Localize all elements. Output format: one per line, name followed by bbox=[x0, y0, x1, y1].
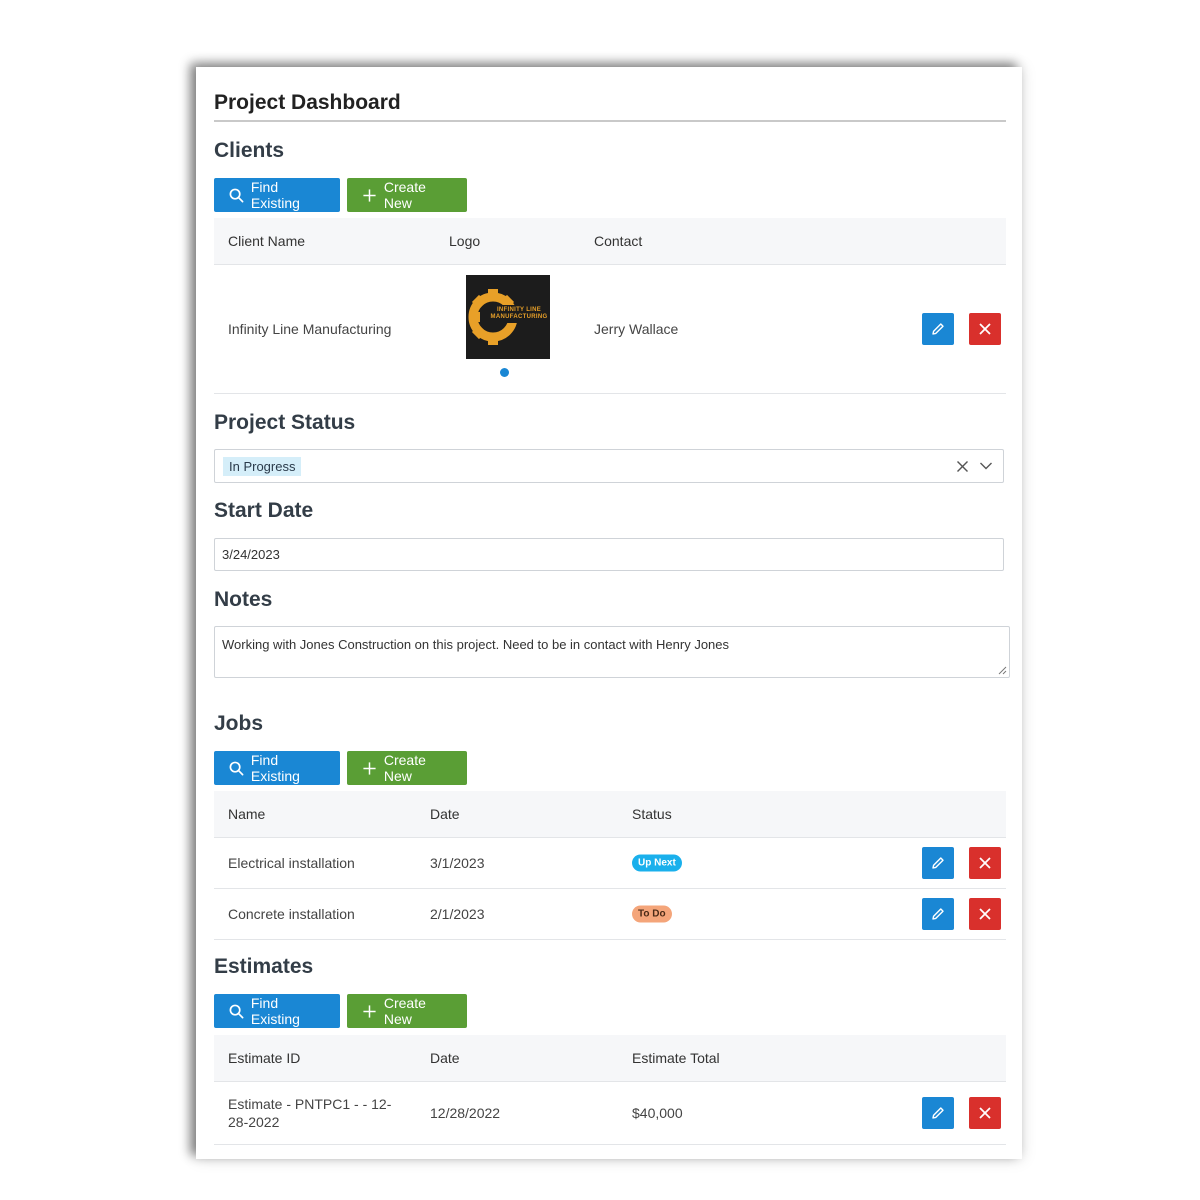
plus-icon bbox=[361, 1002, 378, 1020]
start-date-input[interactable]: 3/24/2023 bbox=[214, 538, 1004, 571]
notes-value: Working with Jones Construction on this … bbox=[222, 637, 730, 652]
estimates-create-new-button[interactable]: Create New bbox=[347, 994, 467, 1028]
create-new-label: Create New bbox=[383, 752, 426, 784]
column-header-estimate-id: Estimate ID bbox=[228, 1050, 301, 1066]
find-existing-label: Find Existing bbox=[250, 179, 300, 211]
close-icon bbox=[979, 1107, 991, 1119]
edit-button[interactable] bbox=[922, 898, 954, 930]
jobs-title: Jobs bbox=[214, 712, 264, 735]
close-icon bbox=[979, 857, 991, 869]
job-name: Concrete installation bbox=[228, 906, 355, 922]
job-date: 3/1/2023 bbox=[430, 855, 485, 871]
pencil-icon bbox=[932, 857, 944, 869]
clients-find-existing-button[interactable]: Find Existing bbox=[214, 178, 340, 212]
edit-button[interactable] bbox=[922, 847, 954, 879]
delete-button[interactable] bbox=[969, 847, 1001, 879]
jobs-find-existing-button[interactable]: Find Existing bbox=[214, 751, 340, 785]
table-row[interactable]: Infinity Line Manufacturing INFINITY LIN… bbox=[214, 265, 1006, 394]
search-icon bbox=[228, 186, 245, 204]
plus-icon bbox=[361, 186, 378, 204]
status-badge: Up Next bbox=[632, 854, 682, 872]
estimates-table-header: Estimate ID Date Estimate Total bbox=[214, 1035, 1006, 1082]
edit-button[interactable] bbox=[922, 313, 954, 345]
dashboard-card: Project Dashboard Clients Find Existing … bbox=[196, 67, 1022, 1159]
find-existing-label: Find Existing bbox=[250, 995, 300, 1027]
search-icon bbox=[228, 1002, 245, 1020]
page-title: Project Dashboard bbox=[214, 91, 401, 114]
estimate-id: Estimate - PNTPC1 - - 12- 28-2022 bbox=[228, 1096, 392, 1130]
close-icon bbox=[979, 908, 991, 920]
table-row[interactable]: Electrical installation 3/1/2023 Up Next bbox=[214, 838, 1006, 889]
table-row[interactable]: Concrete installation 2/1/2023 To Do bbox=[214, 889, 1006, 940]
selected-status-tag[interactable]: In Progress bbox=[223, 457, 302, 476]
jobs-create-new-button[interactable]: Create New bbox=[347, 751, 467, 785]
delete-button[interactable] bbox=[969, 1097, 1001, 1129]
logo-text: INFINITY LINE MANUFACTURING bbox=[490, 307, 548, 320]
column-header-contact: Contact bbox=[594, 233, 643, 249]
clients-table-header: Client Name Logo Contact bbox=[214, 218, 1006, 265]
column-header-date: Date bbox=[430, 1050, 460, 1066]
client-logo: INFINITY LINE MANUFACTURING bbox=[466, 275, 550, 359]
column-header-status: Status bbox=[632, 806, 672, 822]
project-status-title: Project Status bbox=[214, 411, 356, 434]
chevron-down-icon[interactable] bbox=[979, 461, 993, 471]
pencil-icon bbox=[932, 1107, 944, 1119]
clients-create-new-button[interactable]: Create New bbox=[347, 178, 467, 212]
notes-title: Notes bbox=[214, 588, 273, 611]
column-header-date: Date bbox=[430, 806, 460, 822]
create-new-label: Create New bbox=[383, 179, 426, 211]
carousel-dot[interactable] bbox=[500, 368, 509, 377]
client-contact: Jerry Wallace bbox=[594, 321, 679, 337]
start-date-value: 3/24/2023 bbox=[222, 547, 280, 562]
column-header-name: Name bbox=[228, 806, 266, 822]
create-new-label: Create New bbox=[383, 995, 426, 1027]
delete-button[interactable] bbox=[969, 313, 1001, 345]
close-icon bbox=[979, 323, 991, 335]
job-name: Electrical installation bbox=[228, 855, 355, 871]
start-date-title: Start Date bbox=[214, 499, 314, 522]
column-header-estimate-total: Estimate Total bbox=[632, 1050, 720, 1066]
plus-icon bbox=[361, 759, 378, 777]
delete-button[interactable] bbox=[969, 898, 1001, 930]
estimates-find-existing-button[interactable]: Find Existing bbox=[214, 994, 340, 1028]
pencil-icon bbox=[932, 908, 944, 920]
edit-button[interactable] bbox=[922, 1097, 954, 1129]
client-name: Infinity Line Manufacturing bbox=[228, 321, 392, 337]
job-date: 2/1/2023 bbox=[430, 906, 485, 922]
clear-icon[interactable] bbox=[956, 460, 969, 473]
column-header-logo: Logo bbox=[449, 233, 481, 249]
estimate-date: 12/28/2022 bbox=[430, 1105, 501, 1121]
title-divider bbox=[214, 120, 1006, 122]
pencil-icon bbox=[932, 323, 944, 335]
clients-title: Clients bbox=[214, 139, 285, 162]
estimate-total: $40,000 bbox=[632, 1105, 683, 1121]
notes-textarea[interactable]: Working with Jones Construction on this … bbox=[214, 626, 1010, 678]
estimates-title: Estimates bbox=[214, 955, 314, 978]
search-icon bbox=[228, 759, 245, 777]
column-header-client-name: Client Name bbox=[228, 233, 306, 249]
find-existing-label: Find Existing bbox=[250, 752, 300, 784]
jobs-table-header: Name Date Status bbox=[214, 791, 1006, 838]
table-row[interactable]: Estimate - PNTPC1 - - 12- 28-2022 12/28/… bbox=[214, 1082, 1006, 1145]
project-status-select[interactable]: In Progress bbox=[214, 449, 1004, 483]
resize-handle-icon[interactable] bbox=[997, 665, 1007, 675]
status-badge: To Do bbox=[632, 905, 672, 923]
